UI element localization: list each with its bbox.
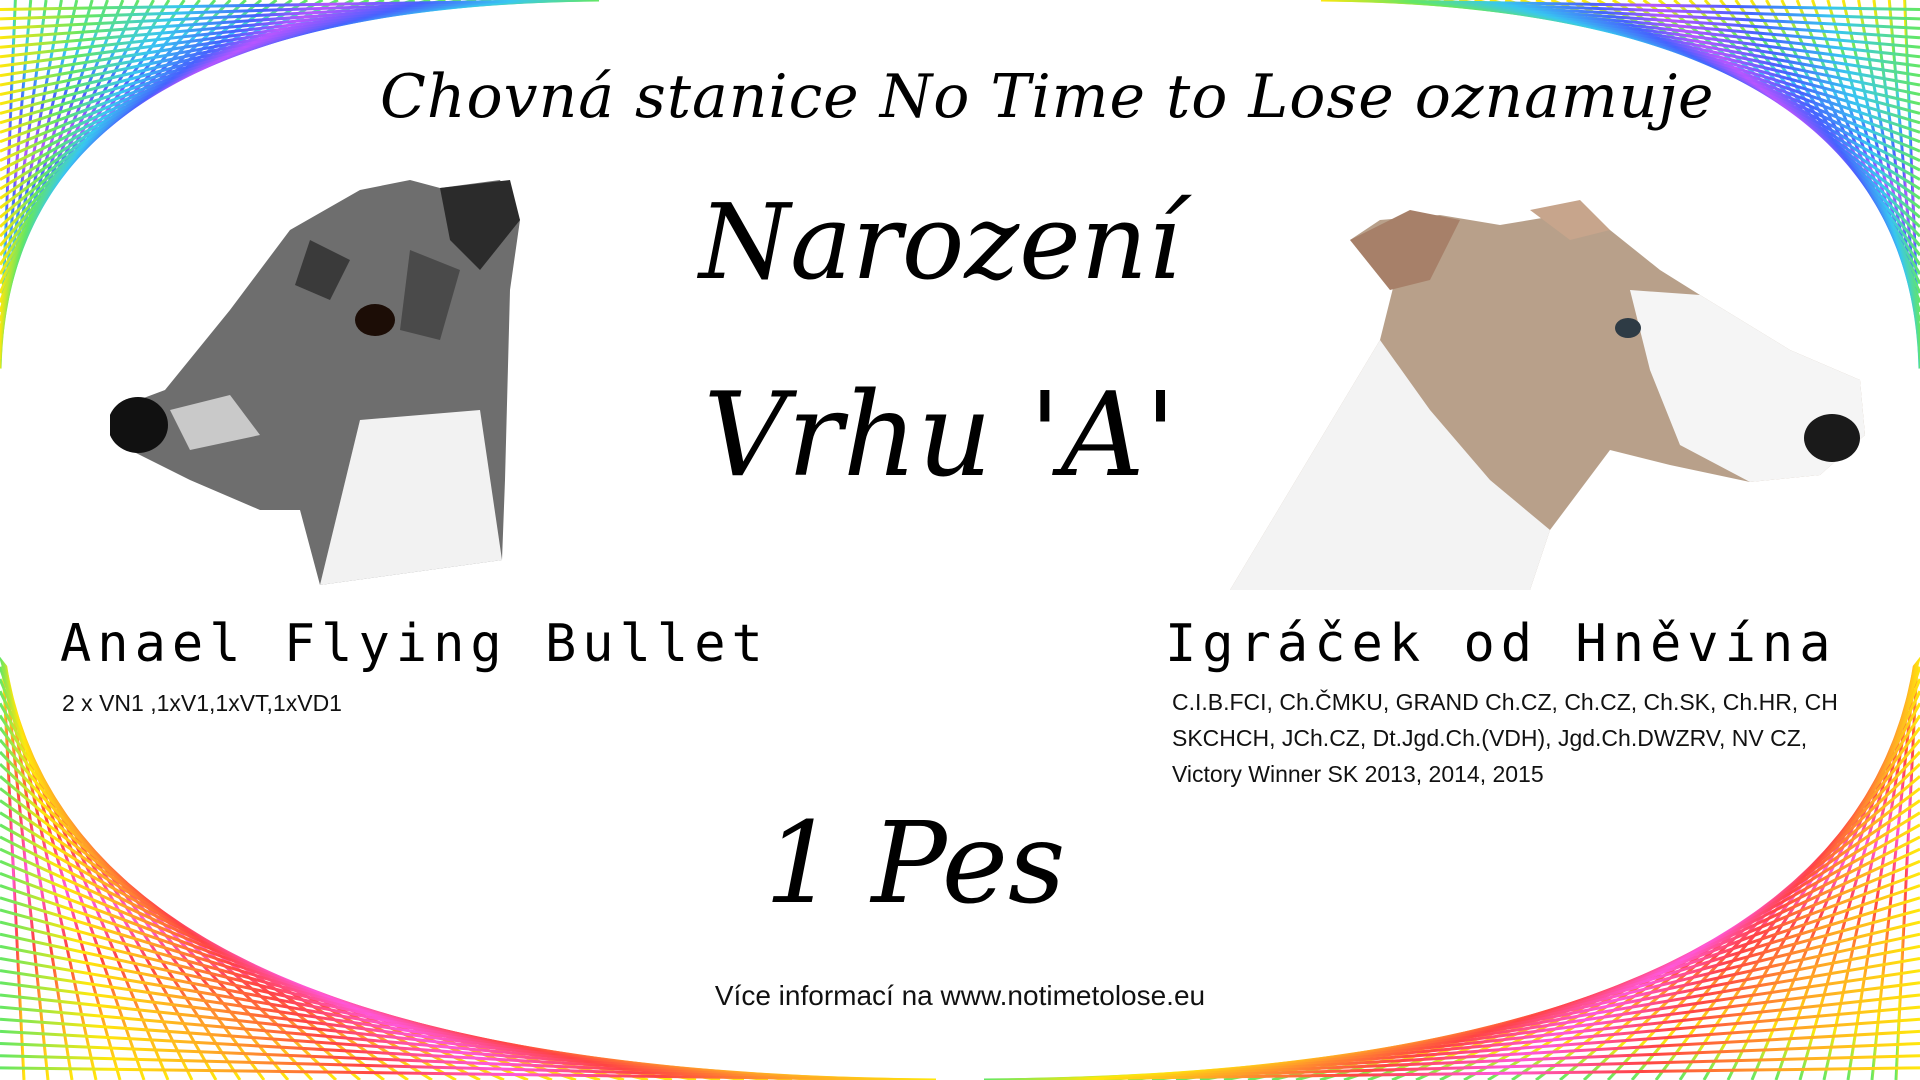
headline-birth: Narození	[699, 181, 1181, 303]
brindle-whippet-head-image	[110, 180, 520, 585]
sire-name: Anael Flying Bullet	[60, 614, 769, 674]
fawn-white-whippet-head-image	[1230, 200, 1865, 590]
dam-name: Igráček od Hněvína	[1165, 614, 1837, 674]
dam-titles: C.I.B.FCI, Ch.ČMKU, GRAND Ch.CZ, Ch.CZ, …	[1172, 684, 1872, 792]
kennel-announcement: Chovná stanice No Time to Lose oznamuje	[380, 62, 1715, 132]
dam-titles-line: SKCHCH, JCh.CZ, Dt.Jgd.Ch.(VDH), Jgd.Ch.…	[1172, 725, 1808, 751]
sire-titles: 2 x VN1 ,1xV1,1xVT,1xVD1	[62, 690, 342, 716]
birth-announcement-poster: Chovná stanice No Time to Lose oznamuje …	[0, 0, 1920, 1080]
dam-titles-line: Victory Winner SK 2013, 2014, 2015	[1172, 761, 1544, 787]
headline-litter: Vrhu 'A'	[703, 368, 1177, 503]
website-footer: Více informací na www.notimetolose.eu	[714, 980, 1206, 1011]
puppy-count: 1 Pes	[764, 799, 1066, 929]
dam-titles-line: C.I.B.FCI, Ch.ČMKU, GRAND Ch.CZ, Ch.CZ, …	[1172, 689, 1838, 715]
